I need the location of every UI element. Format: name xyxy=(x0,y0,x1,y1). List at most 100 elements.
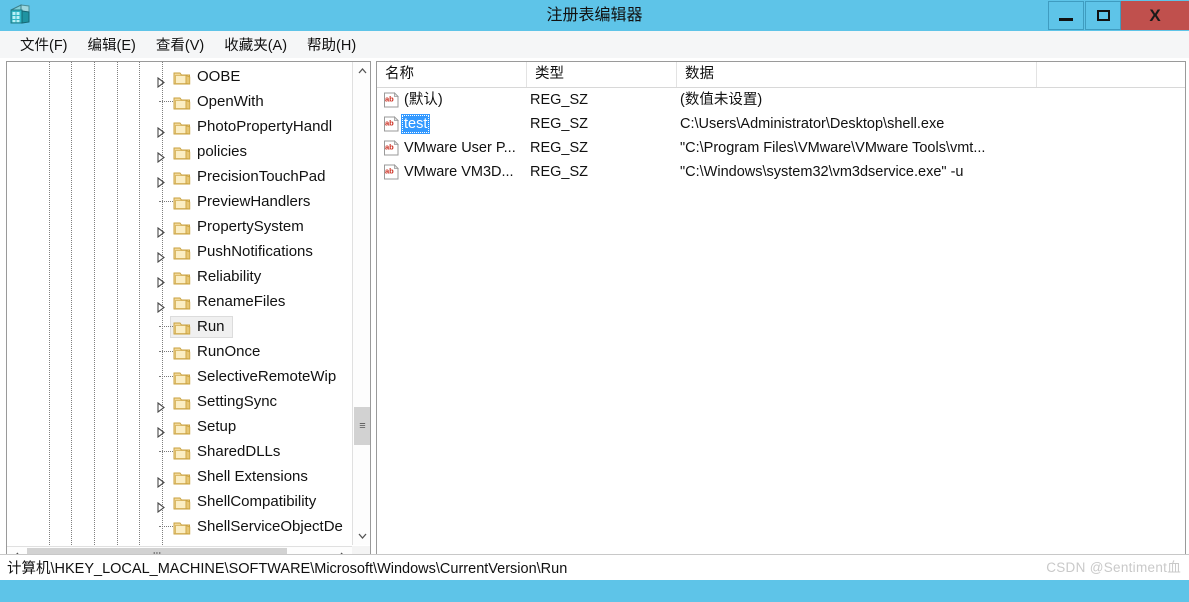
tree-node-label: SettingSync xyxy=(197,393,278,410)
expand-arrow-icon[interactable] xyxy=(157,71,165,89)
value-data: C:\Users\Administrator\Desktop\shell.exe xyxy=(680,116,945,132)
folder-icon xyxy=(173,494,191,510)
watermark-text: CSDN @Sentiment血 xyxy=(1046,560,1181,575)
string-value-icon: ab xyxy=(383,164,400,180)
expand-arrow-icon[interactable] xyxy=(157,471,165,489)
expand-arrow-icon[interactable] xyxy=(157,421,165,439)
svg-text:ab: ab xyxy=(385,119,394,128)
registry-value-row[interactable]: ab VMware VM3D... REG_SZ "C:\Windows\system… xyxy=(377,160,1185,184)
tree-node-label: PropertySystem xyxy=(197,218,304,235)
folder-icon xyxy=(173,169,191,185)
expand-arrow-icon[interactable] xyxy=(157,121,165,139)
tree-connector-line xyxy=(159,376,173,377)
tree-vertical-scrollbar[interactable]: ≡ xyxy=(352,62,370,545)
expand-arrow-icon[interactable] xyxy=(157,271,165,289)
tree-vscroll-thumb[interactable]: ≡ xyxy=(354,407,370,445)
string-value-icon: ab xyxy=(383,140,400,156)
tree-node-label: Run xyxy=(197,318,225,335)
tree-connector-line xyxy=(159,451,173,452)
folder-icon xyxy=(173,469,191,485)
column-header-1[interactable]: 类型 xyxy=(527,62,677,87)
column-header-0[interactable]: 名称 xyxy=(377,62,527,87)
menu-item-edit[interactable]: 编辑(E) xyxy=(79,32,145,57)
close-button[interactable]: X xyxy=(1121,1,1189,30)
tree-connector-line xyxy=(159,326,173,327)
menu-item-help[interactable]: 帮助(H) xyxy=(298,32,365,57)
tree-node-sidebyside[interactable]: SideBySide xyxy=(7,539,352,545)
tree-node-setup[interactable]: Setup xyxy=(7,414,352,439)
column-header-2[interactable]: 数据 xyxy=(677,62,1037,87)
expand-arrow-icon[interactable] xyxy=(157,296,165,314)
folder-icon xyxy=(173,244,191,260)
registry-editor-window: 注册表编辑器 X 文件(F) 编辑(E) 查看(V) 收藏夹(A) 帮助(H) xyxy=(0,0,1189,602)
tree-node-shellcompatibility[interactable]: ShellCompatibility xyxy=(7,489,352,514)
value-name: (默认) xyxy=(404,92,443,108)
expand-arrow-icon[interactable] xyxy=(157,396,165,414)
expand-arrow-icon[interactable] xyxy=(157,171,165,189)
scroll-down-icon[interactable] xyxy=(353,527,370,545)
value-data: "C:\Windows\system32\vm3dservice.exe" -u xyxy=(680,164,964,180)
client-area: OOBE OpenWith PhotoPropertyHandl policies Pr… xyxy=(0,58,1189,570)
tree-connector-line xyxy=(159,201,173,202)
tree-node-oobe[interactable]: OOBE xyxy=(7,64,352,89)
tree-viewport: OOBE OpenWith PhotoPropertyHandl policies Pr… xyxy=(7,62,352,545)
tree-node-reliability[interactable]: Reliability xyxy=(7,264,352,289)
registry-path: 计算机\HKEY_LOCAL_MACHINE\SOFTWARE\Microsof… xyxy=(7,561,568,577)
tree-node-label: SideBySide xyxy=(197,539,275,545)
menu-item-view[interactable]: 查看(V) xyxy=(147,32,213,57)
tree-node-runonce[interactable]: RunOnce xyxy=(7,339,352,364)
minimize-icon xyxy=(1059,18,1073,21)
tree-node-run[interactable]: Run xyxy=(7,314,352,339)
folder-icon xyxy=(173,419,191,435)
svg-text:ab: ab xyxy=(385,167,394,176)
tree-node-label: ShellCompatibility xyxy=(197,493,317,510)
registry-value-row[interactable]: ab test REG_SZ C:\Users\Administrator\Deskt… xyxy=(377,112,1185,136)
menu-bar: 文件(F) 编辑(E) 查看(V) 收藏夹(A) 帮助(H) xyxy=(0,31,1189,58)
menu-item-file[interactable]: 文件(F) xyxy=(11,32,77,57)
tree-node-label: OOBE xyxy=(197,68,241,85)
folder-icon xyxy=(173,119,191,135)
value-name: VMware VM3D... xyxy=(404,164,514,180)
registry-values-pane[interactable]: 名称 类型 数据 ab (默认) REG_SZ (数值未设置) ab test REG_SZ C:… xyxy=(376,61,1186,567)
expand-arrow-icon[interactable] xyxy=(157,146,165,164)
tree-node-selectiveremotewip[interactable]: SelectiveRemoteWip xyxy=(7,364,352,389)
registry-value-row[interactable]: ab (默认) REG_SZ (数值未设置) xyxy=(377,88,1185,112)
maximize-button[interactable] xyxy=(1085,1,1121,30)
registry-value-row[interactable]: ab VMware User P... REG_SZ "C:\Program File… xyxy=(377,136,1185,160)
tree-node-shellserviceobjectde[interactable]: ShellServiceObjectDe xyxy=(7,514,352,539)
tree-node-photopropertyhandl[interactable]: PhotoPropertyHandl xyxy=(7,114,352,139)
tree-node-openwith[interactable]: OpenWith xyxy=(7,89,352,114)
expand-arrow-icon[interactable] xyxy=(157,496,165,514)
folder-icon xyxy=(173,394,191,410)
tree-node-label: policies xyxy=(197,143,248,160)
tree-node-previewhandlers[interactable]: PreviewHandlers xyxy=(7,189,352,214)
value-name: test xyxy=(401,114,431,134)
window-title: 注册表编辑器 xyxy=(546,7,643,24)
folder-icon xyxy=(173,544,191,545)
tree-node-policies[interactable]: policies xyxy=(7,139,352,164)
tree-node-label: Setup xyxy=(197,418,237,435)
tree-node-shell-extensions[interactable]: Shell Extensions xyxy=(7,464,352,489)
expand-arrow-icon[interactable] xyxy=(157,246,165,264)
menu-item-favorites[interactable]: 收藏夹(A) xyxy=(215,32,296,57)
svg-text:ab: ab xyxy=(385,143,394,152)
value-data: (数值未设置) xyxy=(680,92,763,108)
column-header-blank[interactable] xyxy=(1037,62,1185,87)
folder-icon xyxy=(173,94,191,110)
tree-node-label: SharedDLLs xyxy=(197,443,281,460)
tree-node-pushnotifications[interactable]: PushNotifications xyxy=(7,239,352,264)
tree-node-propertysystem[interactable]: PropertySystem xyxy=(7,214,352,239)
tree-node-renamefiles[interactable]: RenameFiles xyxy=(7,289,352,314)
tree-node-list: OOBE OpenWith PhotoPropertyHandl policies Pr… xyxy=(7,64,352,545)
maximize-icon xyxy=(1096,10,1110,21)
minimize-button[interactable] xyxy=(1048,1,1084,30)
tree-node-label: Reliability xyxy=(197,268,262,285)
svg-text:ab: ab xyxy=(385,95,394,104)
tree-connector-line xyxy=(159,526,173,527)
tree-node-shareddlls[interactable]: SharedDLLs xyxy=(7,439,352,464)
tree-node-precisiontouchpad[interactable]: PrecisionTouchPad xyxy=(7,164,352,189)
scroll-up-icon[interactable] xyxy=(353,62,370,80)
registry-tree-pane[interactable]: OOBE OpenWith PhotoPropertyHandl policies Pr… xyxy=(6,61,371,567)
expand-arrow-icon[interactable] xyxy=(157,221,165,239)
tree-node-settingsync[interactable]: SettingSync xyxy=(7,389,352,414)
